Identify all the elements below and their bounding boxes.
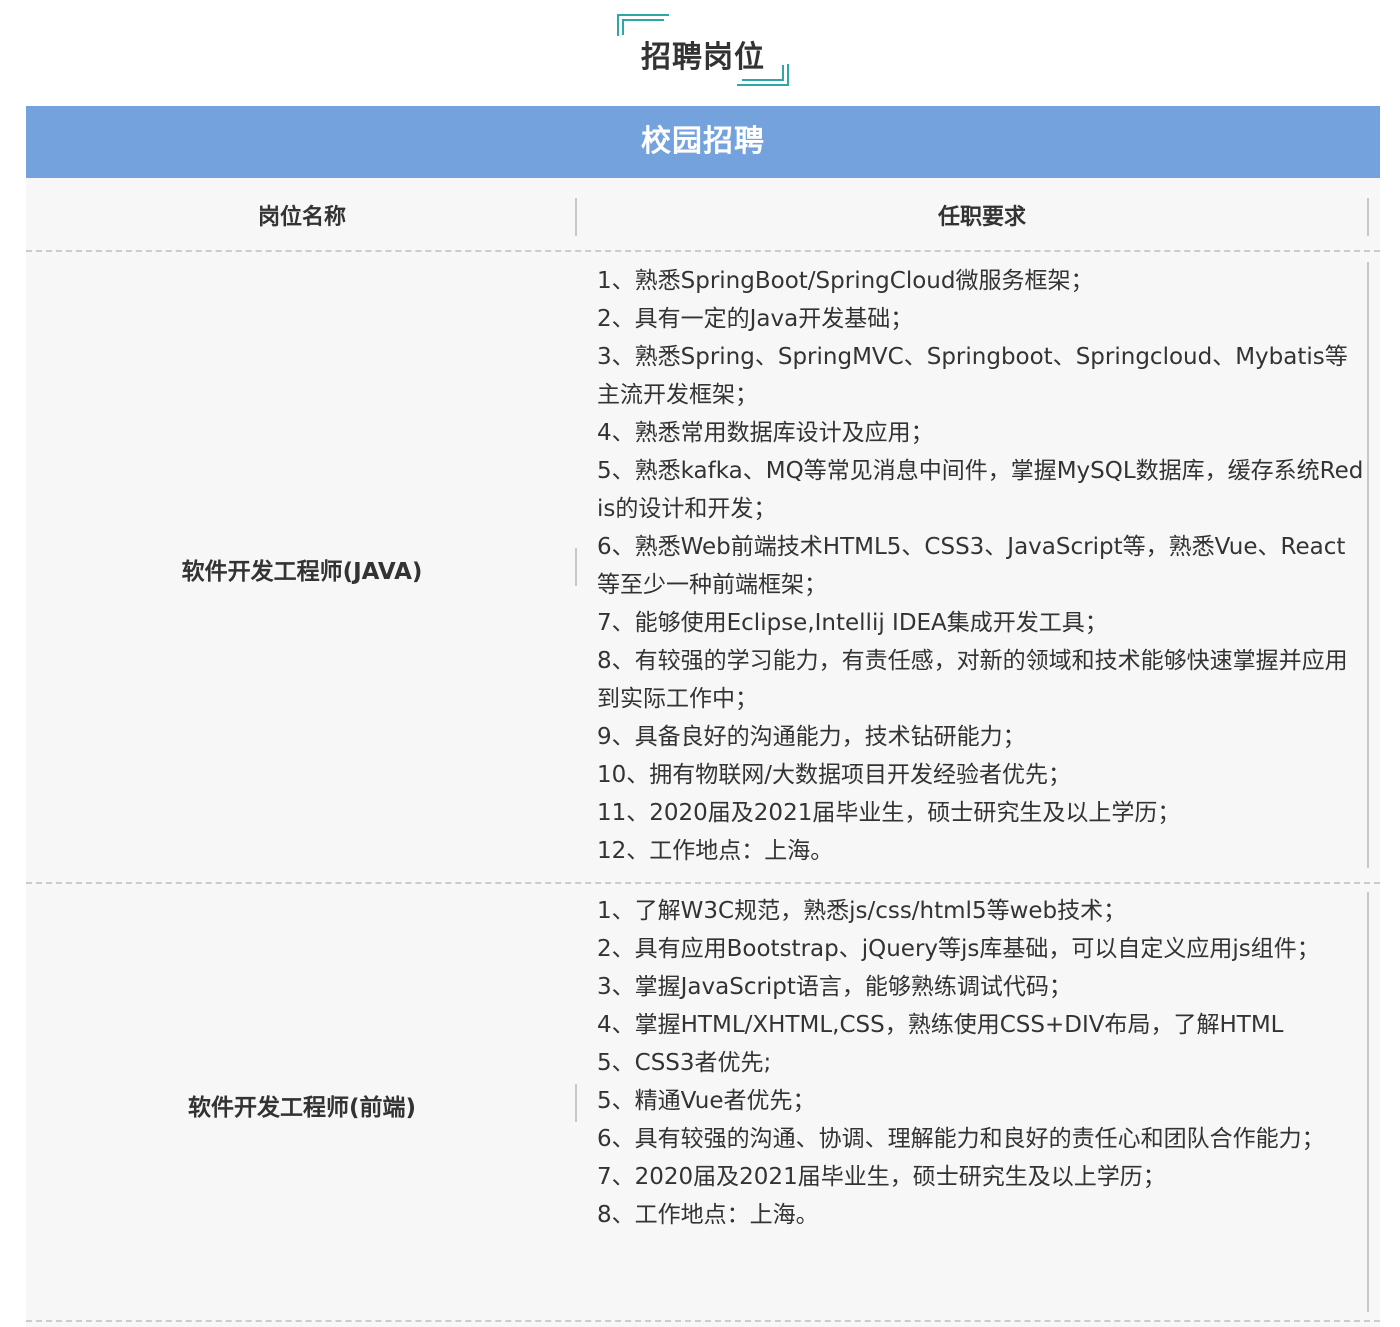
requirement-item: 4、熟悉常用数据库设计及应用； xyxy=(597,420,934,446)
requirement-item: 5、熟悉kafka、MQ等常见消息中间件，掌握MySQL数据库，缓存系统Redi… xyxy=(597,458,1364,522)
requirement-item: 2、具有一定的Java开发基础； xyxy=(597,306,914,332)
campus-recruitment-banner: 校园招聘 xyxy=(26,106,1380,178)
requirement-item: 4、掌握HTML/XHTML,CSS，熟练使用CSS+DIV布局，了解HTML xyxy=(597,1012,1284,1038)
requirement-item: 11、2020届及2021届毕业生，硕士研究生及以上学历； xyxy=(597,800,1181,826)
requirements-list-frontend: 1、了解W3C规范，熟悉js/css/html5等web技术； 2、具有应用Boo… xyxy=(597,892,1367,1234)
requirement-item: 10、拥有物联网/大数据项目开发经验者优先； xyxy=(597,762,1072,788)
requirement-item: 3、掌握JavaScript语言，能够熟练调试代码； xyxy=(597,974,1072,1000)
job-title-java: 软件开发工程师(JAVA) xyxy=(181,559,423,585)
requirement-item: 1、了解W3C规范，熟悉js/css/html5等web技术； xyxy=(597,898,1127,924)
requirement-item: 7、2020届及2021届毕业生，硕士研究生及以上学历； xyxy=(597,1164,1166,1190)
column-divider xyxy=(575,548,577,586)
table-row: 软件开发工程师(前端) 1、了解W3C规范，熟悉js/css/html5等web… xyxy=(26,884,1380,1322)
column-divider xyxy=(1367,262,1369,868)
requirement-item: 2、具有应用Bootstrap、jQuery等js库基础，可以自定义应用js组件… xyxy=(597,936,1320,962)
requirements-list-java: 1、熟悉SpringBoot/SpringCloud微服务框架； 2、具有一定的J… xyxy=(597,262,1367,870)
column-divider xyxy=(1367,198,1369,236)
requirement-item: 1、熟悉SpringBoot/SpringCloud微服务框架； xyxy=(597,268,1094,294)
requirement-item: 7、能够使用Eclipse,Intellij IDEA集成开发工具； xyxy=(597,610,1108,636)
column-header-requirements: 任职要求 xyxy=(937,205,1026,230)
requirement-item: 5、CSS3者优先; xyxy=(597,1050,772,1076)
column-divider xyxy=(1367,892,1369,1312)
requirement-item: 9、具备良好的沟通能力，技术钻研能力； xyxy=(597,724,1026,750)
requirement-item: 3、熟悉Spring、SpringMVC、Springboot、Springcl… xyxy=(597,344,1348,408)
column-header-position: 岗位名称 xyxy=(257,205,346,230)
requirement-item: 12、工作地点：上海。 xyxy=(597,838,834,864)
column-divider xyxy=(575,1084,577,1122)
column-divider xyxy=(575,198,577,236)
section-title: 招聘岗位 xyxy=(641,40,765,75)
section-title-frame: 招聘岗位 xyxy=(617,14,789,86)
requirement-item: 6、熟悉Web前端技术HTML5、CSS3、JavaScript等，熟悉Vue、… xyxy=(597,534,1346,598)
table-header-row: 岗位名称 任职要求 xyxy=(26,178,1380,252)
requirement-item: 8、工作地点：上海。 xyxy=(597,1202,819,1228)
requirement-item: 5、精通Vue者优先； xyxy=(597,1088,816,1114)
requirement-item: 6、具有较强的沟通、协调、理解能力和良好的责任心和团队合作能力； xyxy=(597,1126,1325,1152)
table-row: 软件开发工程师(JAVA) 1、熟悉SpringBoot/SpringCloud… xyxy=(26,252,1380,884)
job-table: 岗位名称 任职要求 软件开发工程师(JAVA) 1、熟悉SpringBoot/S… xyxy=(26,178,1380,1327)
job-title-frontend: 软件开发工程师(前端) xyxy=(187,1095,417,1121)
requirement-item: 8、有较强的学习能力，有责任感，对新的领域和技术能够快速掌握并应用到实际工作中； xyxy=(597,648,1348,712)
